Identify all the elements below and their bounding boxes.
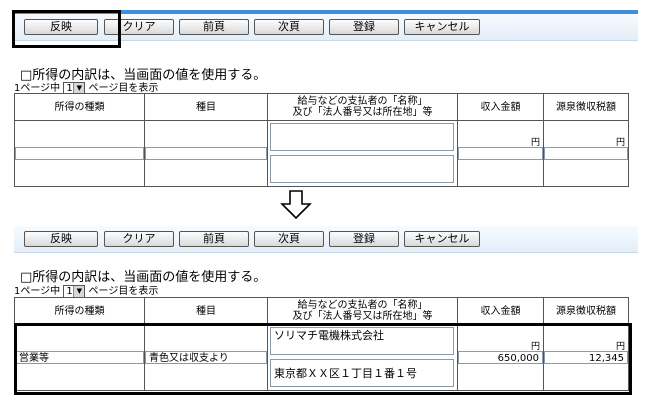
withholding-field[interactable] [544, 147, 628, 160]
page-prefix: 1ページ中 [14, 286, 61, 297]
payer-cell [267, 120, 458, 187]
header-payer: 給与などの支払者の「名称」 及び「法人番号又は所在地」等 [267, 93, 458, 121]
prev-page-button[interactable]: 前頁 [179, 19, 249, 35]
cancel-button[interactable]: キャンセル [404, 19, 480, 35]
category-field[interactable] [145, 147, 267, 160]
header-income-amount: 収入金額 [457, 297, 544, 325]
page-suffix: ページ目を表示 [88, 286, 159, 297]
clear-button[interactable]: クリア [104, 231, 174, 247]
category-cell [144, 120, 268, 187]
register-button[interactable]: 登録 [329, 19, 399, 35]
next-page-button[interactable]: 次頁 [254, 19, 324, 35]
income-amount-cell: 円 [457, 120, 544, 187]
chevron-down-icon: ▼ [73, 285, 85, 297]
toolbar: 反映 クリア 前頁 次頁 登録 キャンセル [14, 226, 638, 253]
reflect-button-highlight [12, 10, 121, 48]
chevron-down-icon: ▼ [73, 82, 85, 94]
prev-page-button[interactable]: 前頁 [179, 231, 249, 247]
payer-address-field[interactable] [270, 155, 454, 183]
header-category: 種目 [144, 297, 268, 325]
register-button[interactable]: 登録 [329, 231, 399, 247]
header-income-amount: 収入金額 [457, 93, 544, 121]
page-select[interactable]: 1 ▼ [63, 284, 86, 298]
filled-row-highlight [14, 323, 632, 395]
header-income-type: 所得の種類 [14, 93, 145, 121]
payer-name-field[interactable] [270, 123, 454, 151]
header-payer: 給与などの支払者の「名称」 及び「法人番号又は所在地」等 [267, 297, 458, 325]
next-page-button[interactable]: 次頁 [254, 231, 324, 247]
header-withholding: 源泉徴収税額 [543, 297, 629, 325]
arrow-down-icon [280, 190, 312, 220]
income-amount-field[interactable] [458, 147, 543, 160]
cancel-button[interactable]: キャンセル [404, 231, 480, 247]
header-withholding: 源泉徴収税額 [543, 93, 629, 121]
reflect-button[interactable]: 反映 [24, 231, 98, 247]
income-type-cell [14, 120, 145, 187]
header-income-type: 所得の種類 [14, 297, 145, 325]
income-table: 所得の種類 種目 給与などの支払者の「名称」 及び「法人番号又は所在地」等 収入金… [14, 93, 629, 187]
header-category: 種目 [144, 93, 268, 121]
withholding-cell: 円 [543, 120, 629, 187]
income-type-field[interactable] [15, 147, 144, 160]
page-selector-row: 1ページ中 1 ▼ ページ目を表示 [14, 282, 158, 298]
